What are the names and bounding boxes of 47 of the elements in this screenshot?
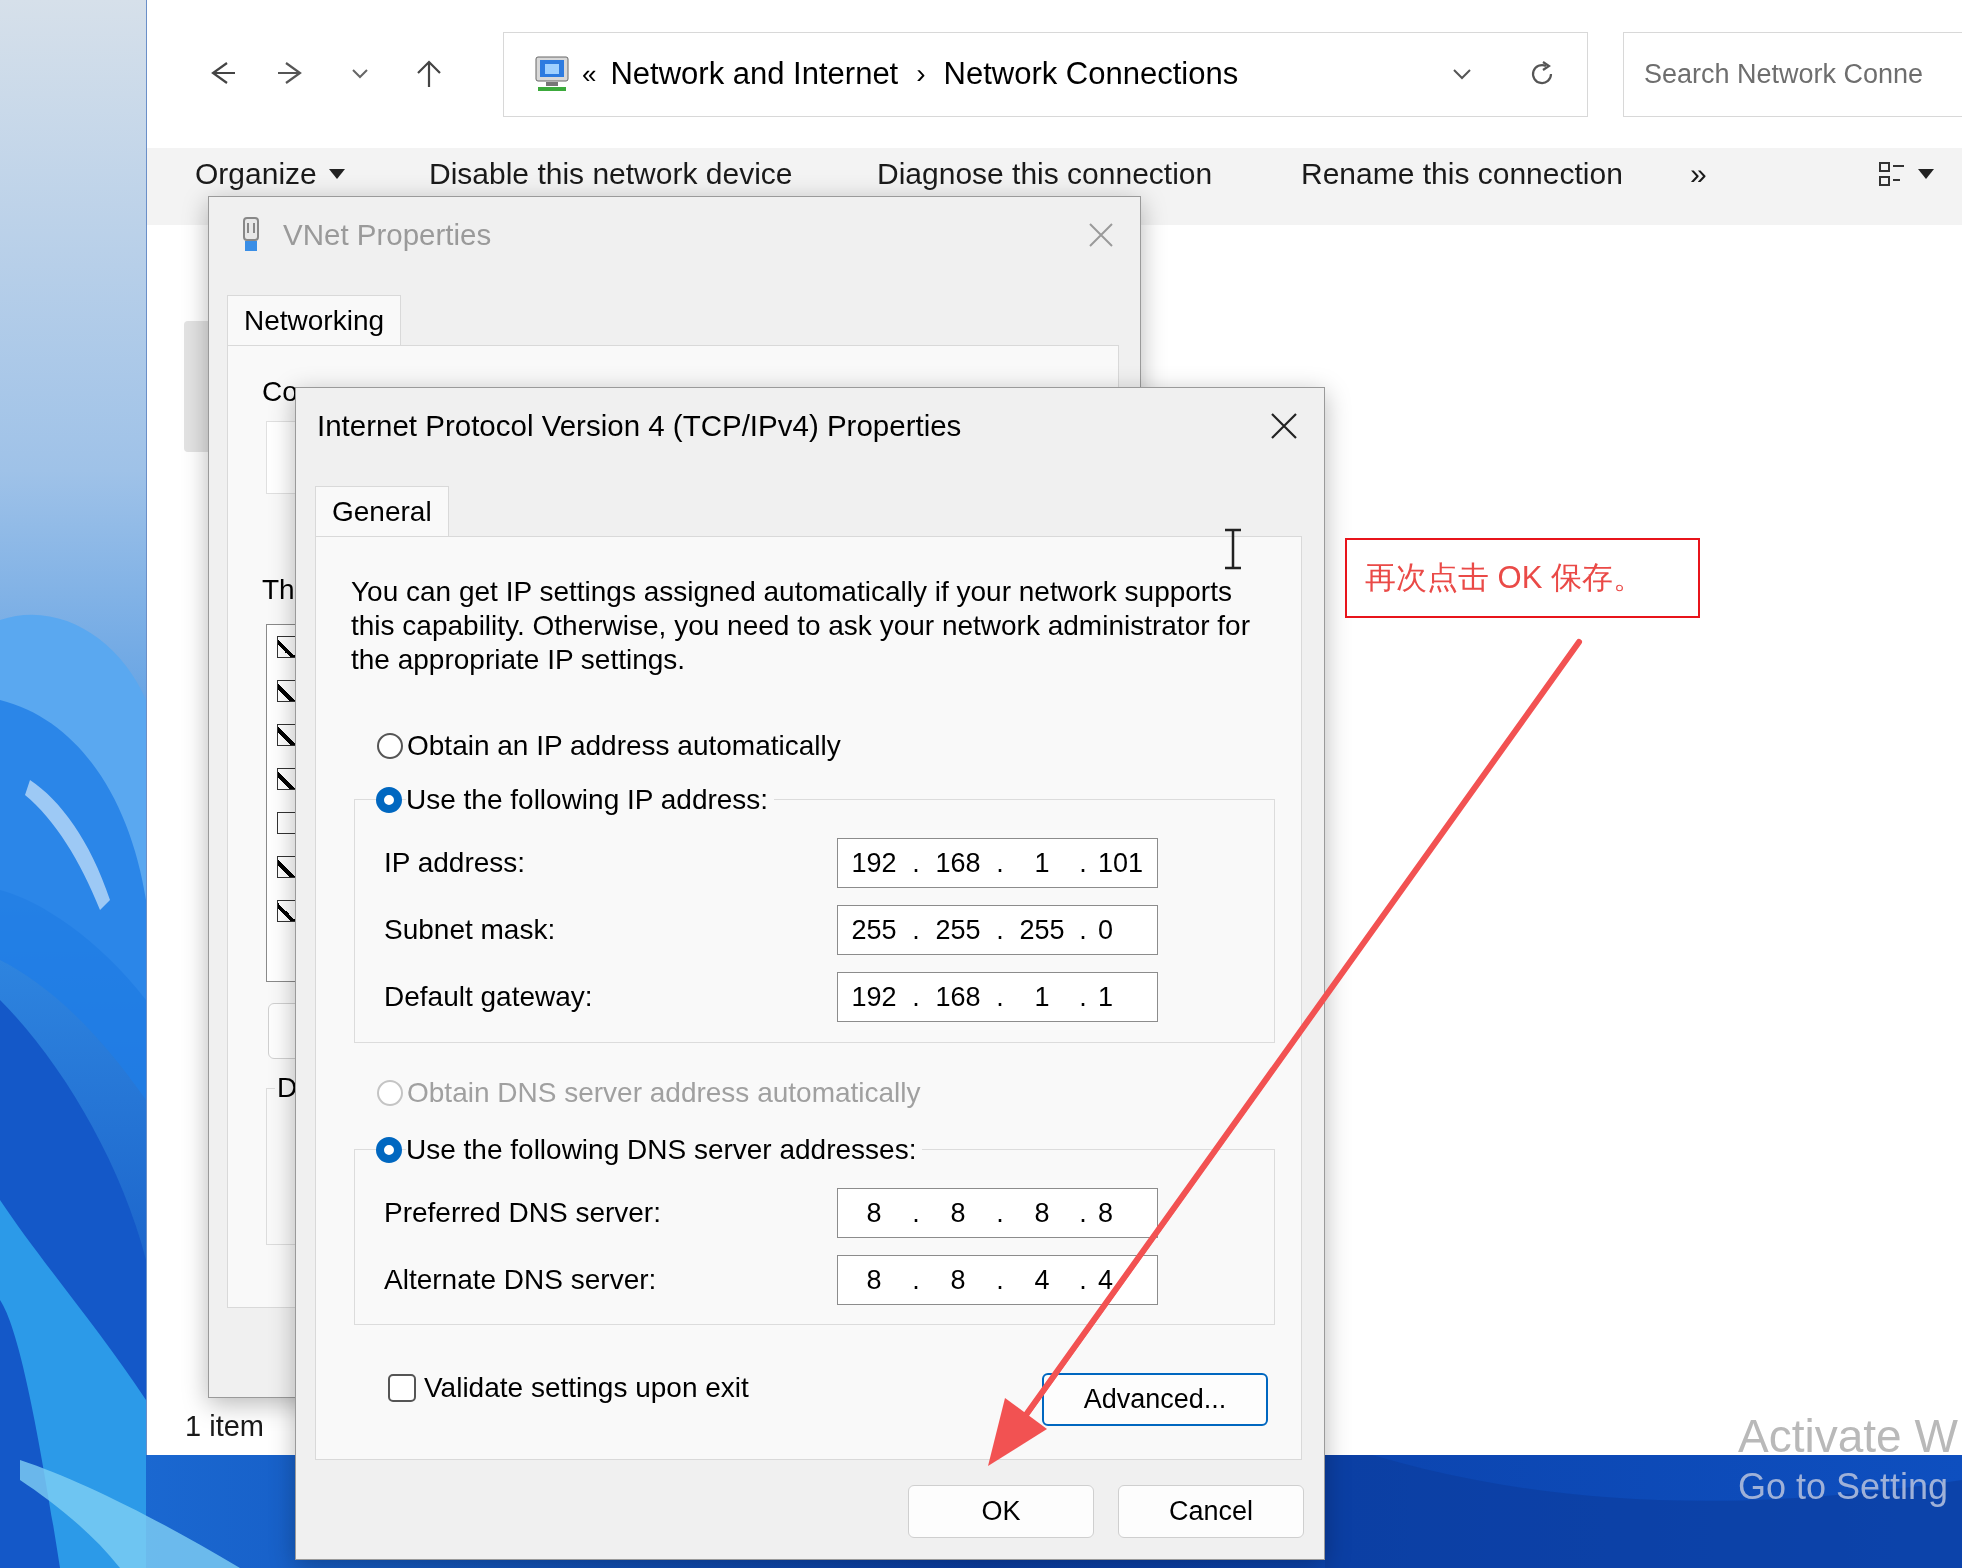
address-bar[interactable]: « Network and Internet › Network Connections (503, 31, 1588, 117)
list-label: Th (262, 575, 295, 605)
network-computer-icon (534, 55, 570, 93)
activation-title: Activate W (1738, 1409, 1958, 1464)
caret-icon (1918, 169, 1934, 179)
search-field[interactable]: Search Network Conne (1623, 31, 1962, 117)
description-text: You can get IP settings assigned automatically if your network supports this capability. Otherwise, you need to ask your network administrator for the appropriate IP settings. (351, 575, 1251, 677)
field-label: Default gateway: (384, 981, 594, 1013)
view-options-icon (1878, 160, 1906, 188)
callout-text: 再次点击 OK 保存。 (1345, 538, 1700, 618)
window-title: Internet Protocol Version 4 (TCP/IPv4) Properties (317, 409, 962, 443)
ip-address-field[interactable]: 192 . 168 . 1 . 101 (837, 838, 1158, 888)
status-text: 1 item (185, 1410, 264, 1443)
ip-address-field[interactable]: 8 . 8 . 4 . 4 (837, 1255, 1158, 1305)
breadcrumb[interactable]: Network Connections (943, 56, 1239, 92)
field-label: IP address: (384, 847, 527, 879)
text-cursor-icon (1222, 528, 1244, 570)
field-label: Alternate DNS server: (384, 1264, 658, 1296)
advanced-button[interactable]: Advanced... (1042, 1373, 1268, 1426)
tab[interactable]: Networking (227, 295, 402, 345)
tab[interactable]: General (315, 486, 449, 536)
field-label: Subnet mask: (384, 914, 557, 946)
dialog-button[interactable]: OK (908, 1485, 1094, 1538)
toolbar-button[interactable]: Diagnose this connection (869, 158, 1293, 190)
breadcrumb-separator[interactable]: › (916, 58, 926, 90)
caret-icon (328, 169, 345, 179)
checkbox-label[interactable]: Validate settings upon exit (424, 1372, 749, 1404)
ip-address-field[interactable]: 255 . 255 . 255 . 0 (837, 905, 1158, 955)
overflow-icon[interactable]: « (582, 58, 597, 90)
field-label: Preferred DNS server: (384, 1197, 662, 1229)
breadcrumb[interactable]: Network and Internet (610, 56, 899, 92)
radio-label[interactable]: Obtain an IP address automatically (407, 730, 847, 762)
ip-address-field[interactable]: 8 . 8 . 8 . 8 (837, 1188, 1158, 1238)
menu-button[interactable]: Organize (187, 158, 421, 190)
more-button[interactable]: » (1682, 158, 1870, 190)
close-icon[interactable] (1270, 412, 1298, 440)
ip-address-field[interactable]: 192 . 168 . 1 . 1 (837, 972, 1158, 1022)
adapter-icon (241, 217, 261, 253)
radio-button[interactable] (376, 1137, 402, 1163)
activation-subtitle: Go to Setting (1738, 1465, 1949, 1509)
window-title: VNet Properties (283, 218, 492, 252)
radio-button[interactable] (376, 787, 402, 813)
radio-button[interactable] (377, 733, 403, 759)
toolbar-button[interactable]: Disable this network device (421, 158, 869, 190)
dialog-button[interactable]: Cancel (1118, 1485, 1304, 1538)
checkbox[interactable] (388, 1374, 416, 1402)
toolbar-button[interactable]: Rename this connection (1293, 158, 1682, 190)
